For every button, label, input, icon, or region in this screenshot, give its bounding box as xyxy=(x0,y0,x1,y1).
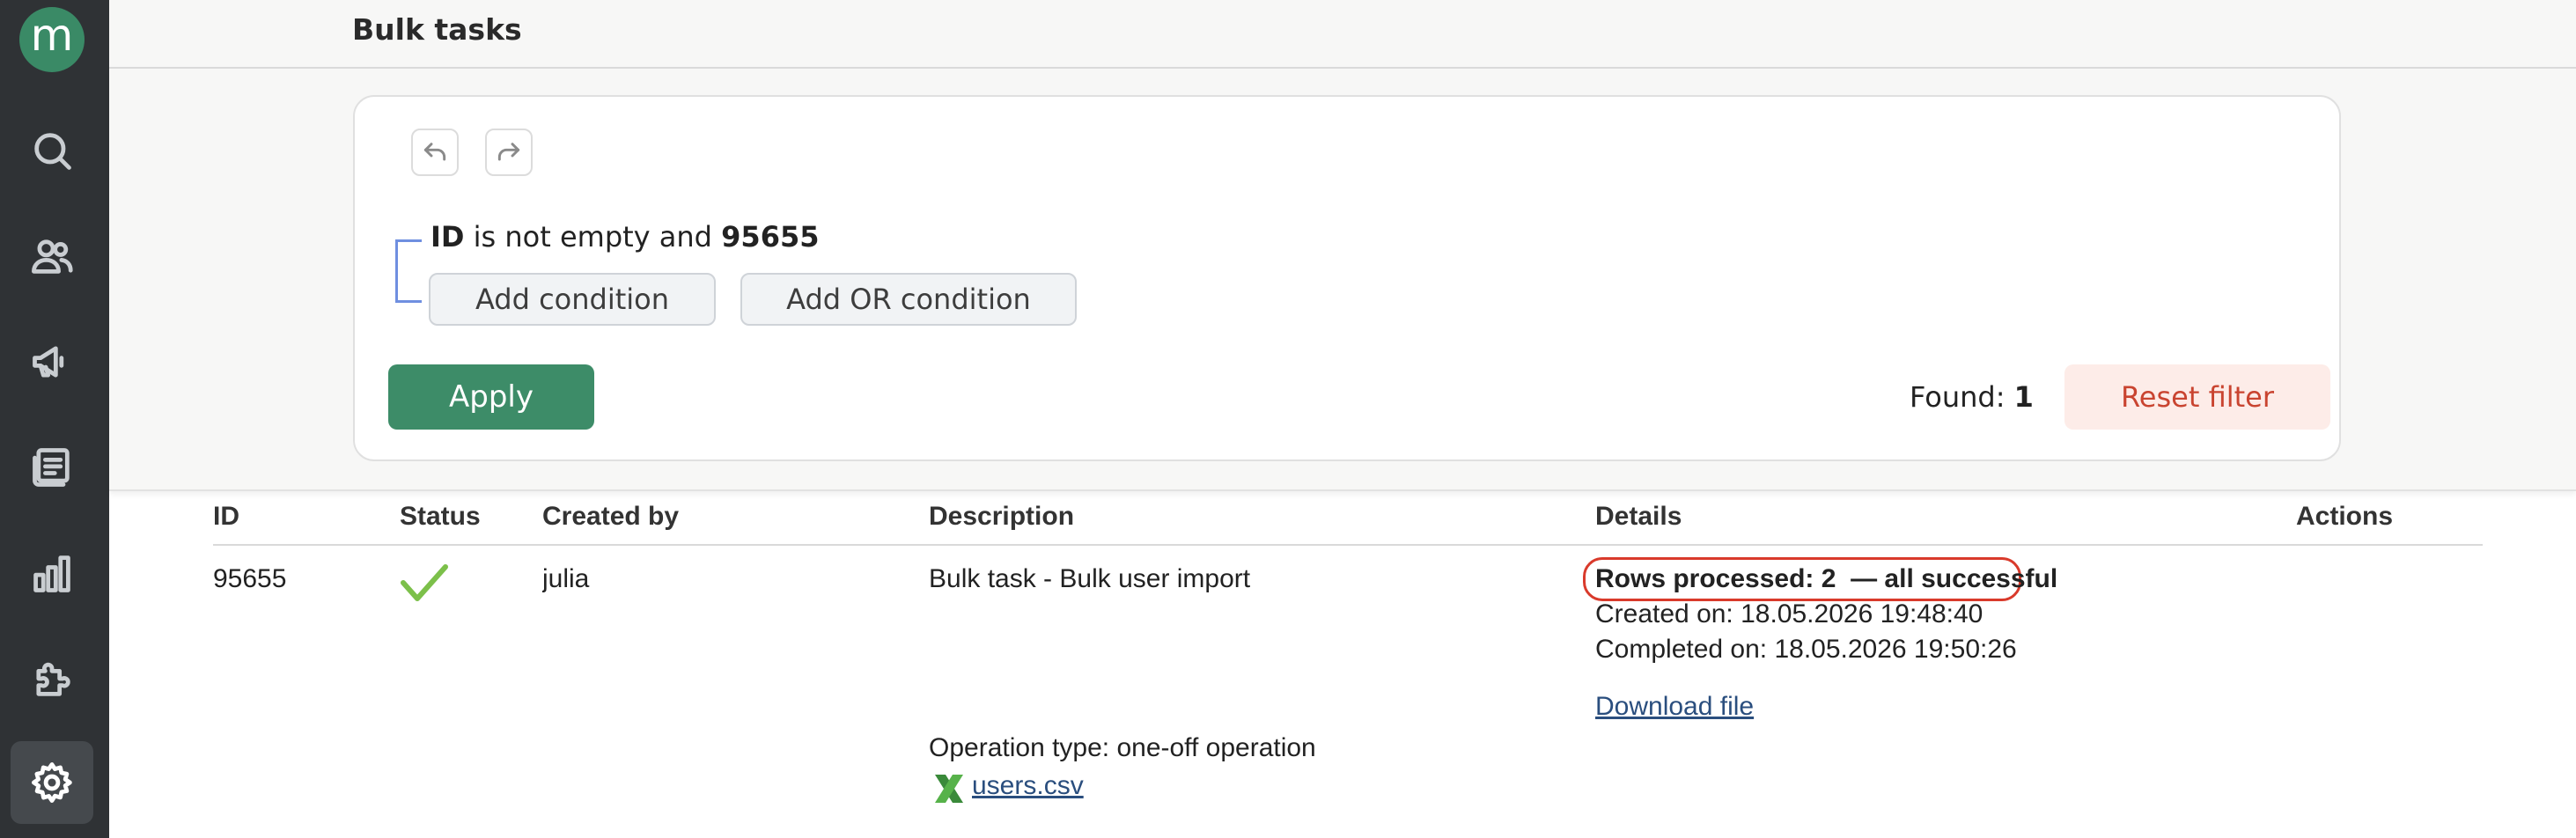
found-count: Found: 1 xyxy=(1910,380,2034,414)
excel-file-icon xyxy=(935,775,963,803)
puzzle-icon xyxy=(36,662,70,696)
column-header-status[interactable]: Status xyxy=(400,502,481,532)
page-title: Bulk tasks xyxy=(352,12,522,47)
sidebar-item-users[interactable] xyxy=(11,215,93,298)
condition-group-bracket xyxy=(395,239,422,303)
found-label: Found: xyxy=(1910,380,2014,414)
condition-field: ID xyxy=(431,220,465,254)
table-header: ID Status Created by Description Details… xyxy=(213,493,2483,546)
newsletter-icon xyxy=(33,448,70,487)
reset-filter-button[interactable]: Reset filter xyxy=(2064,364,2330,430)
undo-icon xyxy=(423,143,446,161)
column-header-details[interactable]: Details xyxy=(1595,502,1682,532)
file-link[interactable]: users.csv xyxy=(972,771,1084,801)
column-header-actions: Actions xyxy=(2296,502,2394,531)
add-or-condition-button[interactable]: Add OR condition xyxy=(740,273,1077,326)
apply-button[interactable]: Apply xyxy=(388,364,594,430)
row-description: Bulk task - Bulk user import xyxy=(929,564,1251,593)
filter-card: ID is not empty and 95655 Add condition … xyxy=(353,95,2341,461)
column-header-description[interactable]: Description xyxy=(929,502,1074,532)
undo-button[interactable] xyxy=(411,129,459,176)
row-created-by: julia xyxy=(542,564,590,593)
row-id: 95655 xyxy=(213,564,287,593)
column-header-id[interactable]: ID xyxy=(213,502,239,532)
analytics-icon xyxy=(33,555,70,592)
sidebar: m xyxy=(0,0,109,838)
condition-value: 95655 xyxy=(721,220,820,254)
users-icon xyxy=(32,239,73,274)
sidebar-item-integrations[interactable] xyxy=(11,637,93,720)
search-icon xyxy=(34,133,71,170)
found-value: 1 xyxy=(2013,380,2034,414)
megaphone-icon xyxy=(33,346,64,378)
sidebar-item-search[interactable] xyxy=(11,109,93,192)
operation-type: Operation type: one-off operation xyxy=(929,733,1316,762)
download-file-link[interactable]: Download file xyxy=(1595,692,1754,722)
sidebar-item-settings[interactable] xyxy=(11,741,93,824)
sidebar-item-campaigns[interactable] xyxy=(11,320,93,403)
redo-icon xyxy=(497,143,520,161)
app-logo[interactable]: m xyxy=(19,7,85,72)
status-success-icon xyxy=(398,560,451,604)
settings-icon xyxy=(32,762,72,803)
add-condition-button[interactable]: Add condition xyxy=(429,273,716,326)
completed-on: Completed on: 18.05.2026 19:50:26 xyxy=(1595,635,2017,664)
sidebar-item-analytics[interactable] xyxy=(11,532,93,614)
created-on: Created on: 18.05.2026 19:48:40 xyxy=(1595,599,1984,628)
rows-processed: Rows processed: 2 — all successful xyxy=(1595,564,2058,593)
top-bar: Bulk tasks xyxy=(109,0,2576,69)
filter-zone: ID is not empty and 95655 Add condition … xyxy=(109,69,2576,491)
sidebar-item-newsletters[interactable] xyxy=(11,426,93,509)
condition-operator: is not empty and xyxy=(464,220,722,254)
column-header-created-by[interactable]: Created by xyxy=(542,502,679,532)
redo-button[interactable] xyxy=(485,129,533,176)
filter-condition[interactable]: ID is not empty and 95655 xyxy=(431,220,819,254)
